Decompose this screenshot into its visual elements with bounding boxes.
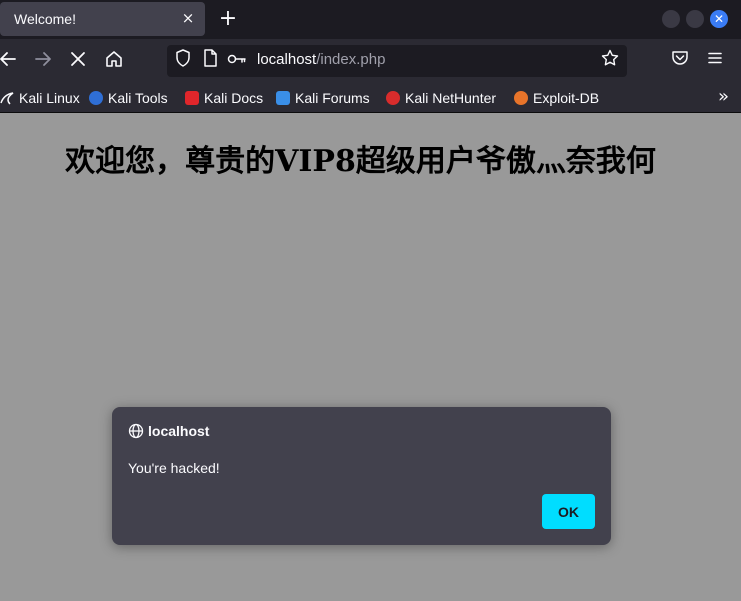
dialog-message: You're hacked! [128,460,220,476]
bookmark-kali-docs[interactable]: Kali Docs [185,88,263,108]
url-host: localhost [257,51,317,68]
page-info-icon[interactable] [199,49,221,73]
home-icon[interactable] [102,49,126,73]
hamburger-menu-icon[interactable] [703,49,727,73]
ok-button[interactable]: OK [542,494,595,529]
back-arrow-icon[interactable] [0,49,20,73]
bookmark-kali-tools[interactable]: Kali Tools [89,88,168,108]
address-bar[interactable]: localhost/index.php [167,45,627,77]
bookmark-label: Kali Linux [19,90,80,106]
bookmark-label: Kali Docs [204,90,264,106]
bookmark-kali-forums[interactable]: Kali Forums [276,88,370,108]
bookmarks-overflow-chevron-icon[interactable]: » [718,86,729,107]
pocket-icon[interactable] [668,49,692,73]
globe-icon [128,423,144,439]
kali-nethunter-icon [386,91,400,105]
tab-strip: Welcome! × + ✕ [0,0,741,39]
close-tab-icon[interactable]: × [179,9,197,27]
key-icon[interactable] [226,49,248,73]
navigation-toolbar: localhost/index.php [0,39,741,83]
exploit-db-icon [514,91,528,105]
bookmark-star-icon[interactable] [599,49,621,73]
bookmark-label: Kali NetHunter [405,90,497,106]
forward-arrow-icon[interactable] [31,49,55,73]
dialog-origin: localhost [148,423,210,439]
close-window-button[interactable]: ✕ [710,10,728,28]
bookmark-label: Kali Tools [108,90,168,106]
stop-loading-icon[interactable] [66,49,90,73]
minimize-window-button[interactable] [662,10,680,28]
kali-dragon-icon [0,91,14,105]
tab-welcome[interactable]: Welcome! × [0,2,205,36]
bookmarks-toolbar: Kali Linux Kali Tools Kali Docs Kali For… [0,83,741,113]
kali-docs-icon [185,91,199,105]
kali-forums-icon [276,91,290,105]
bookmark-label: Exploit-DB [533,90,600,106]
tracking-protection-shield-icon[interactable] [172,49,194,73]
new-tab-button[interactable]: + [216,6,240,32]
bookmark-kali-linux[interactable]: Kali Linux [0,88,80,108]
kali-tools-icon [89,91,103,105]
alert-dialog: localhost You're hacked! OK [112,407,611,545]
bookmark-exploit-db[interactable]: Exploit-DB [514,88,599,108]
tab-title: Welcome! [14,11,76,27]
url-path: /index.php [316,51,386,68]
page-heading: 欢迎您，尊贵的VIP8超级用户爷傲灬奈我何 [65,144,656,179]
bookmark-kali-nethunter[interactable]: Kali NetHunter [386,88,496,108]
maximize-window-button[interactable] [686,10,704,28]
url-text[interactable]: localhost/index.php [257,51,385,68]
bookmark-label: Kali Forums [295,90,370,106]
